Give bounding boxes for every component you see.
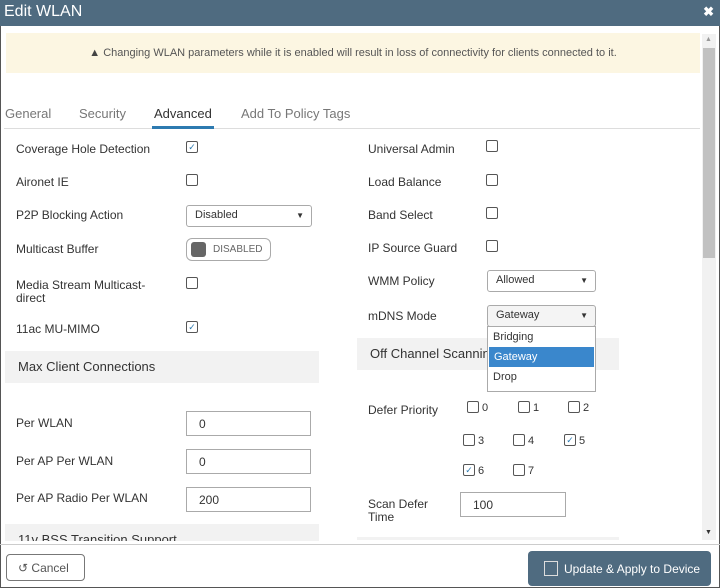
- defer-priority-checkbox-1[interactable]: [518, 401, 530, 413]
- chevron-down-icon: ▼: [580, 276, 588, 285]
- ip-source-guard-label: IP Source Guard: [368, 241, 458, 255]
- wmm-policy-select[interactable]: Allowed ▼: [487, 270, 596, 292]
- coverage-hole-checkbox[interactable]: ✓: [186, 141, 198, 153]
- p2p-blocking-label: P2P Blocking Action: [16, 208, 124, 222]
- load-balance-label: Load Balance: [368, 175, 442, 189]
- per-ap-per-wlan-label: Per AP Per WLAN: [16, 454, 114, 468]
- mdns-mode-select[interactable]: Gateway ▼: [487, 305, 596, 327]
- mdns-option-bridging[interactable]: Bridging: [488, 327, 595, 347]
- scan-defer-time-label: Scan Defer Time: [368, 497, 429, 524]
- defer-priority-label: Defer Priority: [368, 403, 439, 417]
- defer-priority-label-7: 7: [528, 465, 535, 477]
- aironet-ie-label: Aironet IE: [16, 175, 69, 189]
- defer-priority-label-0: 0: [482, 402, 489, 414]
- chevron-down-icon: ▼: [296, 211, 304, 220]
- mdns-dropdown-list: Bridging Gateway Drop: [487, 326, 596, 392]
- wmm-policy-value: Allowed: [496, 274, 535, 286]
- per-ap-per-wlan-input[interactable]: 0: [186, 449, 311, 474]
- mu-mimo-label: 11ac MU-MIMO: [16, 322, 100, 336]
- toggle-state: DISABLED: [213, 244, 263, 255]
- per-wlan-label: Per WLAN: [16, 416, 73, 430]
- mdns-option-gateway[interactable]: Gateway: [489, 347, 594, 367]
- tab-general[interactable]: General: [5, 106, 51, 121]
- defer-priority-label-6: 6: [478, 465, 485, 477]
- toggle-knob: [191, 242, 206, 257]
- title-bar: Edit WLAN ✖: [0, 0, 720, 26]
- defer-priority-checkbox-6[interactable]: ✓: [463, 464, 475, 476]
- media-stream-label: Media Stream Multicast-direct: [16, 278, 146, 305]
- cancel-button[interactable]: ↺ Cancel: [6, 554, 85, 581]
- defer-priority-label-3: 3: [478, 435, 485, 447]
- defer-priority-checkbox-0[interactable]: [467, 401, 479, 413]
- multicast-buffer-label: Multicast Buffer: [16, 242, 99, 256]
- mdns-mode-label: mDNS Mode: [368, 309, 437, 323]
- scan-defer-time-input[interactable]: 100: [460, 492, 566, 517]
- per-ap-radio-input[interactable]: 200: [186, 487, 311, 512]
- chevron-down-icon: ▼: [580, 311, 588, 320]
- scroll-up-icon[interactable]: ▲: [705, 36, 712, 43]
- warning-banner: ▲ Changing WLAN parameters while it is e…: [6, 33, 700, 73]
- tab-add-to-policy-tags[interactable]: Add To Policy Tags: [241, 106, 350, 121]
- defer-priority-label-5: 5: [579, 435, 586, 447]
- mdns-mode-value: Gateway: [496, 309, 540, 321]
- aironet-ie-checkbox[interactable]: [186, 174, 198, 186]
- bss-transition-section: 11v BSS Transition Support: [5, 524, 319, 541]
- ip-source-guard-checkbox[interactable]: [486, 240, 498, 252]
- cancel-label: Cancel: [31, 561, 69, 575]
- update-apply-button[interactable]: Update & Apply to Device: [528, 551, 711, 586]
- scrollbar-thumb[interactable]: [703, 48, 715, 258]
- tab-divider: [4, 128, 700, 129]
- warning-text: Changing WLAN parameters while it is ena…: [103, 47, 617, 59]
- max-client-section: Max Client Connections: [5, 351, 319, 383]
- per-ap-radio-label: Per AP Radio Per WLAN: [16, 491, 148, 505]
- defer-priority-checkbox-7[interactable]: [513, 464, 525, 476]
- save-icon: [544, 561, 558, 576]
- bss-section-clip: 11v BSS Transition Support: [5, 524, 319, 541]
- defer-priority-checkbox-5[interactable]: ✓: [564, 434, 576, 446]
- mdns-option-drop[interactable]: Drop: [488, 367, 595, 387]
- coverage-hole-label: Coverage Hole Detection: [16, 142, 151, 156]
- next-section-edge: [357, 537, 619, 540]
- tab-security[interactable]: Security: [79, 106, 126, 121]
- band-select-checkbox[interactable]: [486, 207, 498, 219]
- warning-icon: ▲: [89, 47, 101, 59]
- defer-priority-label-2: 2: [583, 402, 590, 414]
- wmm-policy-label: WMM Policy: [368, 274, 435, 288]
- update-apply-label: Update & Apply to Device: [564, 562, 701, 576]
- universal-admin-checkbox[interactable]: [486, 140, 498, 152]
- load-balance-checkbox[interactable]: [486, 174, 498, 186]
- universal-admin-label: Universal Admin: [368, 142, 455, 156]
- media-stream-checkbox[interactable]: [186, 277, 198, 289]
- undo-icon: ↺: [18, 561, 29, 575]
- active-tab-indicator: [152, 126, 214, 129]
- per-wlan-input[interactable]: 0: [186, 411, 311, 436]
- scroll-down-icon[interactable]: ▼: [705, 529, 712, 536]
- p2p-blocking-select[interactable]: Disabled ▼: [186, 205, 312, 227]
- mu-mimo-checkbox[interactable]: ✓: [186, 321, 198, 333]
- defer-priority-label-4: 4: [528, 435, 535, 447]
- band-select-label: Band Select: [368, 208, 433, 222]
- defer-priority-label-1: 1: [533, 402, 540, 414]
- tab-advanced[interactable]: Advanced: [154, 106, 212, 121]
- defer-priority-checkbox-3[interactable]: [463, 434, 475, 446]
- close-icon[interactable]: ✖: [703, 4, 714, 20]
- footer-divider: [0, 544, 720, 545]
- defer-priority-checkbox-4[interactable]: [513, 434, 525, 446]
- multicast-buffer-toggle[interactable]: DISABLED: [186, 238, 271, 261]
- p2p-blocking-value: Disabled: [195, 209, 238, 221]
- dialog-title: Edit WLAN: [4, 3, 83, 20]
- defer-priority-checkbox-2[interactable]: [568, 401, 580, 413]
